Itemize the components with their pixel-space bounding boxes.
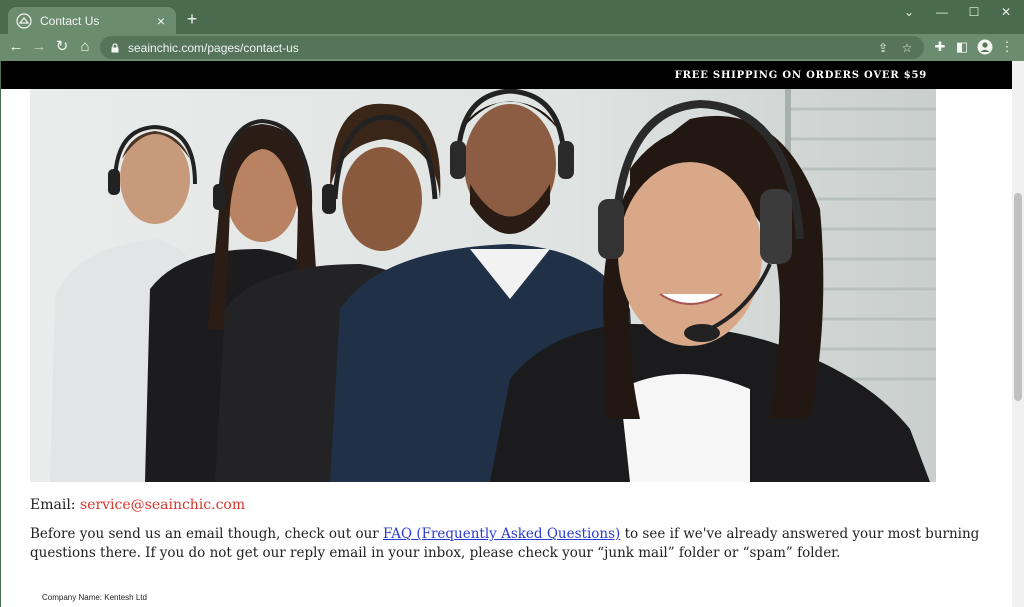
browser-menu-icon[interactable]: ⋮	[999, 39, 1015, 55]
body-text-before: Before you send us an email though, chec…	[30, 526, 384, 542]
tab-close-icon[interactable]: ×	[154, 14, 168, 28]
home-icon[interactable]: ⌂	[76, 38, 94, 56]
lock-icon	[111, 42, 119, 52]
address-bar[interactable]: seainchic.com/pages/contact-us ⇪ ☆	[100, 36, 924, 59]
announcement-bar: FREE SHIPPING ON ORDERS OVER $59	[1, 61, 1012, 89]
extensions-puzzle-icon[interactable]: ✚	[932, 39, 948, 55]
tab-search-icon[interactable]: ⌄	[899, 5, 919, 19]
tab-bar: Contact Us × + ⌄ — ☐ ✕	[0, 0, 1024, 34]
maximize-button[interactable]: ☐	[964, 5, 984, 19]
forward-arrow-icon[interactable]: →	[30, 38, 48, 56]
email-label: Email:	[30, 497, 76, 513]
company-name: Company Name: Kentesh Ltd	[42, 593, 147, 602]
email-link[interactable]: service@seainchic.com	[80, 497, 245, 513]
faq-link[interactable]: FAQ (Frequently Asked Questions)	[383, 526, 620, 542]
page-scrollbar[interactable]	[1012, 61, 1024, 607]
contact-instructions: Before you send us an email though, chec…	[30, 525, 990, 563]
minimize-button[interactable]: —	[932, 5, 952, 19]
back-arrow-icon[interactable]: ←	[7, 38, 25, 56]
tab-contact-us[interactable]: Contact Us ×	[8, 7, 176, 34]
email-line: Email: service@seainchic.com	[30, 497, 245, 513]
team-photo-icon	[30, 89, 936, 482]
store-favicon-icon	[16, 12, 32, 29]
web-page: FREE SHIPPING ON ORDERS OVER $59 Email: …	[1, 61, 1012, 607]
side-panel-icon[interactable]: ◧	[954, 39, 970, 55]
browser-toolbar: ← → ↻ ⌂ seainchic.com/pages/contact-us ⇪…	[0, 34, 1024, 61]
bookmark-star-icon[interactable]: ☆	[900, 41, 914, 55]
share-icon[interactable]: ⇪	[876, 41, 890, 55]
profile-avatar-icon[interactable]	[977, 39, 993, 55]
close-window-button[interactable]: ✕	[996, 5, 1016, 19]
scrollbar-thumb[interactable]	[1014, 193, 1022, 401]
reload-icon[interactable]: ↻	[53, 38, 71, 56]
url-text: seainchic.com/pages/contact-us	[128, 40, 299, 55]
tab-title: Contact Us	[40, 13, 100, 28]
new-tab-button[interactable]: +	[183, 10, 201, 28]
